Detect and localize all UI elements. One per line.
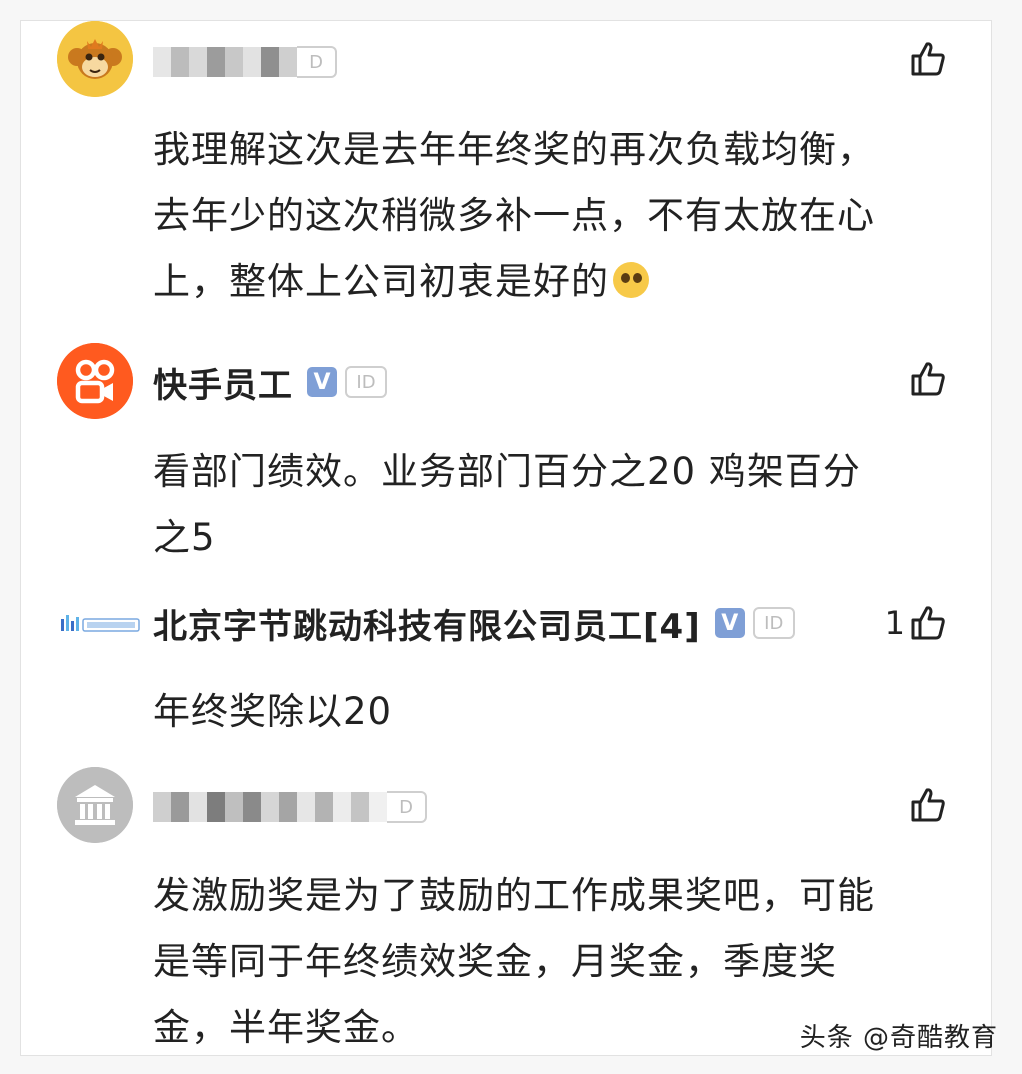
comment-body: 我理解这次是去年年终奖的再次负载均衡， 去年少的这次稍微多补一点，不有太放在心 … <box>153 117 943 315</box>
comment-line: 之5 <box>153 516 216 559</box>
thumbs-up-icon <box>911 362 945 396</box>
username[interactable]: 北京字节跳动科技有限公司员工[4] <box>153 599 701 648</box>
thumbs-up-icon <box>911 606 945 640</box>
comment-line: 是等同于年终绩效奖金，月奖金，季度奖 <box>153 940 837 983</box>
id-badge: D <box>387 791 427 823</box>
id-badge: ID <box>345 366 387 398</box>
comment-line: 年终奖除以20 <box>153 690 393 733</box>
like-button[interactable] <box>905 783 947 827</box>
kuaishou-logo-icon[interactable] <box>57 343 133 419</box>
comment-line: 我理解这次是去年年终奖的再次负载均衡， <box>153 128 875 171</box>
watermark: 头条 @奇酷教育 <box>799 1023 998 1053</box>
username[interactable]: 快手员工 <box>153 358 293 407</box>
like-button[interactable] <box>905 357 947 401</box>
pleading-face-emoji-icon <box>613 262 649 298</box>
comment-line: 发激励奖是为了鼓励的工作成果奖吧，可能 <box>153 874 875 917</box>
comment-body: 年终奖除以20 <box>153 679 943 745</box>
thumbs-up-icon <box>911 788 945 822</box>
comment-list: D 我理解这次是去年年终奖的再次负载均衡， 去年少的这次稍微多补一点，不有太放在… <box>20 20 992 1056</box>
comment-line-with-emoji: 上，整体上公司初衷是好的 <box>153 249 943 315</box>
like-button[interactable] <box>905 37 947 81</box>
id-badge: D <box>297 46 337 78</box>
comment-line: 去年少的这次稍微多补一点，不有太放在心 <box>153 194 875 237</box>
id-badge: ID <box>752 607 795 639</box>
thumbs-up-icon <box>911 42 945 76</box>
verified-badge: V <box>714 608 745 638</box>
monkey-avatar-icon[interactable] <box>57 21 133 97</box>
comment-header: D <box>153 785 427 829</box>
comment-line: 看部门绩效。业务部门百分之20 鸡架百分 <box>153 450 861 493</box>
comment-body: 看部门绩效。业务部门百分之20 鸡架百分 之5 <box>153 439 943 571</box>
comment-header: D <box>153 40 337 84</box>
comment-header: 北京字节跳动科技有限公司员工[4] V ID <box>153 599 795 648</box>
verified-badge: V <box>307 367 337 397</box>
like-button[interactable]: 1 <box>885 601 947 645</box>
like-count: 1 <box>884 604 905 642</box>
blurred-username[interactable] <box>153 44 297 80</box>
bank-building-icon[interactable] <box>57 767 133 843</box>
blurred-username[interactable] <box>153 789 387 825</box>
comment-header: 快手员工 V ID <box>153 358 387 407</box>
bytedance-logo-icon[interactable] <box>59 601 141 645</box>
